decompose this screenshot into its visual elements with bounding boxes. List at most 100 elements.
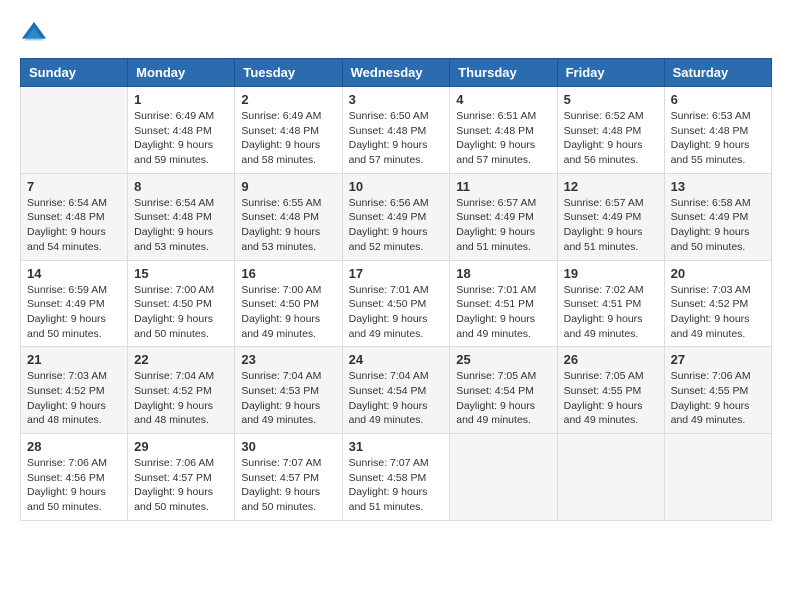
day-number: 9 xyxy=(241,179,335,194)
day-number: 28 xyxy=(27,439,121,454)
day-number: 7 xyxy=(27,179,121,194)
day-number: 26 xyxy=(564,352,658,367)
day-info: Sunrise: 7:01 AMSunset: 4:50 PMDaylight:… xyxy=(349,283,444,342)
day-info: Sunrise: 6:49 AMSunset: 4:48 PMDaylight:… xyxy=(241,109,335,168)
day-info: Sunrise: 7:05 AMSunset: 4:54 PMDaylight:… xyxy=(456,369,550,428)
day-info: Sunrise: 6:51 AMSunset: 4:48 PMDaylight:… xyxy=(456,109,550,168)
day-info: Sunrise: 7:00 AMSunset: 4:50 PMDaylight:… xyxy=(134,283,228,342)
calendar-cell: 11 Sunrise: 6:57 AMSunset: 4:49 PMDayligh… xyxy=(450,173,557,260)
day-number: 18 xyxy=(456,266,550,281)
calendar-cell: 24 Sunrise: 7:04 AMSunset: 4:54 PMDayligh… xyxy=(342,347,450,434)
day-number: 6 xyxy=(671,92,765,107)
day-number: 24 xyxy=(349,352,444,367)
day-number: 21 xyxy=(27,352,121,367)
day-number: 13 xyxy=(671,179,765,194)
day-info: Sunrise: 6:58 AMSunset: 4:49 PMDaylight:… xyxy=(671,196,765,255)
calendar-cell: 1 Sunrise: 6:49 AMSunset: 4:48 PMDaylight… xyxy=(128,87,235,174)
calendar-week-row: 14Sunrise: 6:59 AMSunset: 4:49 PMDayligh… xyxy=(21,260,772,347)
calendar-cell: 31Sunrise: 7:07 AMSunset: 4:58 PMDayligh… xyxy=(342,434,450,521)
day-info: Sunrise: 7:01 AMSunset: 4:51 PMDaylight:… xyxy=(456,283,550,342)
day-info: Sunrise: 7:04 AMSunset: 4:53 PMDaylight:… xyxy=(241,369,335,428)
calendar-cell: 28 Sunrise: 7:06 AMSunset: 4:56 PMDayligh… xyxy=(21,434,128,521)
day-number: 8 xyxy=(134,179,228,194)
day-info: Sunrise: 7:06 AMSunset: 4:55 PMDaylight:… xyxy=(671,369,765,428)
day-info: Sunrise: 6:49 AMSunset: 4:48 PMDaylight:… xyxy=(134,109,228,168)
calendar-cell xyxy=(21,87,128,174)
calendar-cell: 16Sunrise: 7:00 AMSunset: 4:50 PMDayligh… xyxy=(235,260,342,347)
calendar-cell: 9 Sunrise: 6:55 AMSunset: 4:48 PMDaylight… xyxy=(235,173,342,260)
calendar-header-saturday: Saturday xyxy=(664,59,771,87)
calendar-cell: 30 Sunrise: 7:07 AMSunset: 4:57 PMDayligh… xyxy=(235,434,342,521)
day-info: Sunrise: 7:06 AMSunset: 4:57 PMDaylight:… xyxy=(134,456,228,515)
calendar-cell: 3 Sunrise: 6:50 AMSunset: 4:48 PMDaylight… xyxy=(342,87,450,174)
day-info: Sunrise: 6:57 AMSunset: 4:49 PMDaylight:… xyxy=(456,196,550,255)
calendar-cell: 5 Sunrise: 6:52 AMSunset: 4:48 PMDaylight… xyxy=(557,87,664,174)
calendar-week-row: 28 Sunrise: 7:06 AMSunset: 4:56 PMDayligh… xyxy=(21,434,772,521)
day-number: 22 xyxy=(134,352,228,367)
day-info: Sunrise: 6:52 AMSunset: 4:48 PMDaylight:… xyxy=(564,109,658,168)
day-info: Sunrise: 6:56 AMSunset: 4:49 PMDaylight:… xyxy=(349,196,444,255)
day-number: 17 xyxy=(349,266,444,281)
day-info: Sunrise: 6:53 AMSunset: 4:48 PMDaylight:… xyxy=(671,109,765,168)
calendar-cell: 2 Sunrise: 6:49 AMSunset: 4:48 PMDaylight… xyxy=(235,87,342,174)
day-number: 1 xyxy=(134,92,228,107)
day-number: 23 xyxy=(241,352,335,367)
day-info: Sunrise: 6:59 AMSunset: 4:49 PMDaylight:… xyxy=(27,283,121,342)
day-number: 15 xyxy=(134,266,228,281)
calendar-cell xyxy=(450,434,557,521)
day-info: Sunrise: 7:07 AMSunset: 4:58 PMDaylight:… xyxy=(349,456,444,515)
calendar-header-wednesday: Wednesday xyxy=(342,59,450,87)
day-info: Sunrise: 7:05 AMSunset: 4:55 PMDaylight:… xyxy=(564,369,658,428)
calendar-cell: 20Sunrise: 7:03 AMSunset: 4:52 PMDayligh… xyxy=(664,260,771,347)
day-info: Sunrise: 6:55 AMSunset: 4:48 PMDaylight:… xyxy=(241,196,335,255)
day-number: 3 xyxy=(349,92,444,107)
day-number: 27 xyxy=(671,352,765,367)
calendar-cell: 7Sunrise: 6:54 AMSunset: 4:48 PMDaylight… xyxy=(21,173,128,260)
calendar-cell: 26 Sunrise: 7:05 AMSunset: 4:55 PMDayligh… xyxy=(557,347,664,434)
calendar-header-friday: Friday xyxy=(557,59,664,87)
calendar-cell xyxy=(664,434,771,521)
day-number: 2 xyxy=(241,92,335,107)
day-number: 11 xyxy=(456,179,550,194)
logo xyxy=(20,20,52,48)
day-info: Sunrise: 6:50 AMSunset: 4:48 PMDaylight:… xyxy=(349,109,444,168)
day-number: 30 xyxy=(241,439,335,454)
day-number: 16 xyxy=(241,266,335,281)
day-info: Sunrise: 6:54 AMSunset: 4:48 PMDaylight:… xyxy=(134,196,228,255)
day-info: Sunrise: 7:03 AMSunset: 4:52 PMDaylight:… xyxy=(27,369,121,428)
day-number: 29 xyxy=(134,439,228,454)
calendar-header-sunday: Sunday xyxy=(21,59,128,87)
calendar-cell: 14Sunrise: 6:59 AMSunset: 4:49 PMDayligh… xyxy=(21,260,128,347)
day-number: 19 xyxy=(564,266,658,281)
calendar-cell: 8 Sunrise: 6:54 AMSunset: 4:48 PMDaylight… xyxy=(128,173,235,260)
logo-icon xyxy=(20,20,48,48)
day-number: 5 xyxy=(564,92,658,107)
calendar-header-thursday: Thursday xyxy=(450,59,557,87)
day-info: Sunrise: 7:04 AMSunset: 4:54 PMDaylight:… xyxy=(349,369,444,428)
calendar-cell: 4Sunrise: 6:51 AMSunset: 4:48 PMDaylight… xyxy=(450,87,557,174)
calendar-week-row: 21 Sunrise: 7:03 AMSunset: 4:52 PMDayligh… xyxy=(21,347,772,434)
day-number: 10 xyxy=(349,179,444,194)
calendar-week-row: 7 Sunrise: 6:54 AMSunset: 4:48 PMDaylight… xyxy=(21,173,772,260)
day-info: Sunrise: 7:02 AMSunset: 4:51 PMDaylight:… xyxy=(564,283,658,342)
calendar-cell: 15 Sunrise: 7:00 AMSunset: 4:50 PMDayligh… xyxy=(128,260,235,347)
calendar-header-tuesday: Tuesday xyxy=(235,59,342,87)
day-number: 20 xyxy=(671,266,765,281)
calendar-cell: 12 Sunrise: 6:57 AMSunset: 4:49 PMDayligh… xyxy=(557,173,664,260)
calendar-cell: 27 Sunrise: 7:06 AMSunset: 4:55 PMDayligh… xyxy=(664,347,771,434)
calendar-cell: 13 Sunrise: 6:58 AMSunset: 4:49 PMDayligh… xyxy=(664,173,771,260)
calendar-week-row: 1 Sunrise: 6:49 AMSunset: 4:48 PMDaylight… xyxy=(21,87,772,174)
calendar-cell: 23 Sunrise: 7:04 AMSunset: 4:53 PMDayligh… xyxy=(235,347,342,434)
day-info: Sunrise: 6:57 AMSunset: 4:49 PMDaylight:… xyxy=(564,196,658,255)
calendar-cell: 17 Sunrise: 7:01 AMSunset: 4:50 PMDayligh… xyxy=(342,260,450,347)
day-number: 12 xyxy=(564,179,658,194)
calendar-cell: 10 Sunrise: 6:56 AMSunset: 4:49 PMDayligh… xyxy=(342,173,450,260)
calendar-cell: 22Sunrise: 7:04 AMSunset: 4:52 PMDayligh… xyxy=(128,347,235,434)
calendar-cell: 21 Sunrise: 7:03 AMSunset: 4:52 PMDayligh… xyxy=(21,347,128,434)
day-info: Sunrise: 7:07 AMSunset: 4:57 PMDaylight:… xyxy=(241,456,335,515)
calendar-table: SundayMondayTuesdayWednesdayThursdayFrid… xyxy=(20,58,772,521)
calendar-cell: 18 Sunrise: 7:01 AMSunset: 4:51 PMDayligh… xyxy=(450,260,557,347)
day-info: Sunrise: 7:06 AMSunset: 4:56 PMDaylight:… xyxy=(27,456,121,515)
calendar-cell: 25Sunrise: 7:05 AMSunset: 4:54 PMDayligh… xyxy=(450,347,557,434)
calendar-cell: 6 Sunrise: 6:53 AMSunset: 4:48 PMDaylight… xyxy=(664,87,771,174)
